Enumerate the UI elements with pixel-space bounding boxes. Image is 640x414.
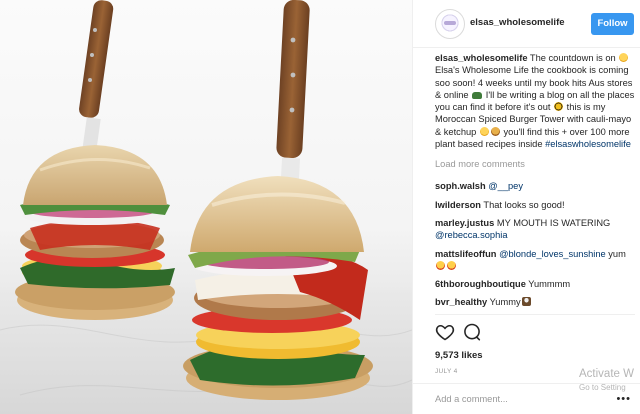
comment-icon[interactable] xyxy=(462,322,484,344)
avatar-logo-mark xyxy=(444,21,456,25)
comment-author[interactable]: soph.walsh xyxy=(435,181,486,191)
yum-emoji-icon xyxy=(447,260,456,270)
front-burger xyxy=(183,0,373,400)
caption-author[interactable]: elsas_wholesomelife xyxy=(435,53,528,63)
comment-author[interactable]: bvr_healthy xyxy=(435,297,487,307)
comment-mention[interactable]: @__pey xyxy=(488,181,523,191)
post-photo[interactable] xyxy=(0,0,412,414)
add-comment-bar: ••• xyxy=(413,383,640,414)
comment-text: Yummmm xyxy=(525,279,571,290)
comment-mention[interactable]: @blonde_loves_sunshine xyxy=(499,249,606,259)
comment-row: lwilderson That looks so good! xyxy=(435,199,635,211)
avatar[interactable] xyxy=(435,9,465,39)
section-divider xyxy=(435,314,635,315)
follow-button[interactable]: Follow xyxy=(591,13,634,35)
car-emoji-icon xyxy=(472,91,483,99)
bee-emoji-icon xyxy=(554,102,564,112)
caption-text: The countdown is on xyxy=(527,53,619,63)
comment-author[interactable]: 6thboroughboutique xyxy=(435,279,526,289)
comment-row: soph.walsh @__pey xyxy=(435,180,635,192)
comment-author[interactable]: mattslifeoffun xyxy=(435,249,496,259)
comment-author[interactable]: marley.justus xyxy=(435,218,494,228)
post-caption: elsas_wholesomelife The countdown is on … xyxy=(435,52,635,150)
back-burger xyxy=(15,0,175,320)
add-comment-input[interactable] xyxy=(435,391,615,407)
cook-emoji-icon xyxy=(521,297,531,307)
post-username[interactable]: elsas_wholesomelife xyxy=(470,17,565,28)
comment-row: mattslifeoffun @blonde_loves_sunshine yu… xyxy=(435,248,635,273)
burger-photo-illustration xyxy=(0,0,412,414)
comment-author[interactable]: lwilderson xyxy=(435,200,481,210)
instagram-post-view: elsas_wholesomelife Follow elsas_wholeso… xyxy=(0,0,640,414)
comment-text: MY MOUTH IS WATERING xyxy=(494,217,611,228)
caption-hashtag[interactable]: #elsaswholesomelife xyxy=(545,139,631,149)
load-more-comments-link[interactable]: Load more comments xyxy=(435,159,635,169)
comment-row: 6thboroughboutique Yummmm xyxy=(435,278,635,290)
comment-row: marley.justus MY MOUTH IS WATERING @rebe… xyxy=(435,217,635,242)
post-header: elsas_wholesomelife Follow xyxy=(413,0,640,48)
smile-emoji-icon xyxy=(479,126,489,136)
comment-text: yum xyxy=(605,248,626,259)
comment-text: That looks so good! xyxy=(480,199,565,210)
post-date: JULY 4 xyxy=(435,368,458,375)
comment-text: Yummy xyxy=(487,297,521,308)
likes-count[interactable]: 9,573 likes xyxy=(435,350,483,361)
comment-mention[interactable]: @rebecca.sophia xyxy=(435,230,508,240)
yum-emoji-icon xyxy=(436,260,445,270)
food-emoji-icon xyxy=(490,126,500,136)
smile-emoji-icon xyxy=(619,53,629,62)
heart-icon[interactable] xyxy=(435,322,457,344)
comment-row: bvr_healthy Yummy xyxy=(435,296,635,308)
comment-list: elsas_wholesomelife The countdown is on … xyxy=(435,52,635,309)
post-side-panel: elsas_wholesomelife Follow elsas_wholeso… xyxy=(412,0,640,414)
more-options-icon[interactable]: ••• xyxy=(616,393,631,405)
